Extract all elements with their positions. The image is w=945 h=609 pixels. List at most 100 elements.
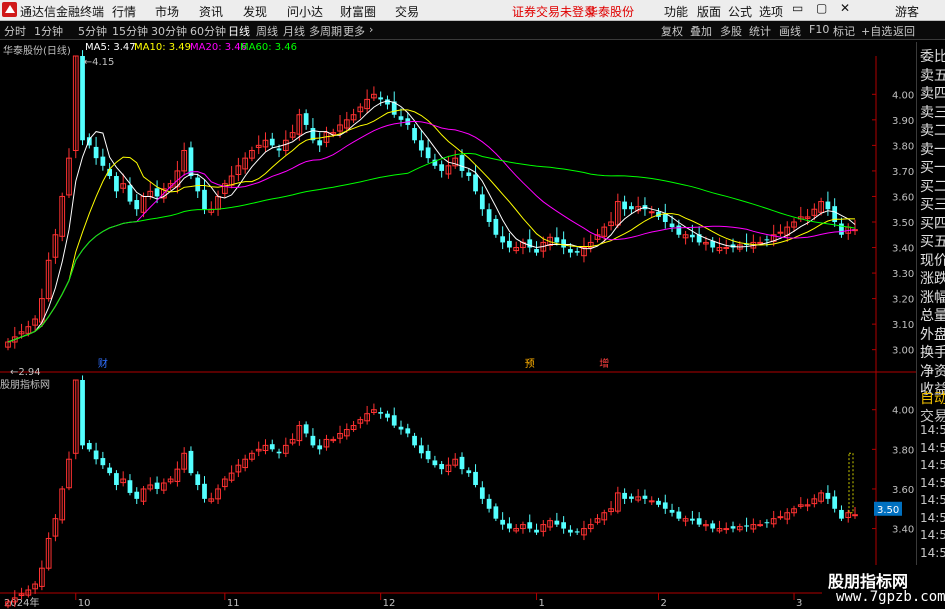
btn-rights[interactable]: 复权: [661, 23, 683, 39]
upper-candle: [764, 239, 770, 241]
menu-quotes[interactable]: 行情: [112, 3, 136, 20]
y-tick-label: 3.10: [892, 320, 914, 331]
menu-formula[interactable]: 公式: [728, 3, 752, 20]
lower-candle: [764, 522, 770, 524]
menu-bar: 通达信金融终端 行情 市场 资讯 发现 问小达 财富圈 交易 证券交易未登录 华…: [0, 0, 945, 21]
lower-candle: [473, 471, 478, 485]
more-chevron-icon[interactable]: ›: [369, 23, 373, 36]
btn-stats[interactable]: 统计: [749, 23, 771, 39]
lower-candle: [690, 518, 695, 521]
menu-function[interactable]: 功能: [664, 3, 688, 20]
y-tick-label: 4.00: [892, 90, 914, 101]
login-alert[interactable]: 证券交易未登录: [512, 3, 596, 20]
event-marker: 预: [525, 358, 535, 370]
x-tick-label: 12: [383, 598, 396, 609]
lower-candle: [459, 456, 465, 470]
btn-add-favorite[interactable]: +自选: [861, 23, 892, 39]
lower-candle: [669, 509, 675, 513]
upper-candle: [493, 218, 499, 235]
upper-candle: [425, 147, 431, 159]
lower-candle: [134, 491, 140, 499]
lower-candle: [418, 445, 424, 454]
lower-candle: [195, 474, 201, 485]
lower-candle: [839, 509, 844, 519]
y-tick-label: 3.90: [892, 116, 914, 127]
side-label: 买五: [920, 234, 945, 250]
lower-candle: [310, 435, 316, 446]
side-time: 14:56: [920, 493, 945, 507]
max-price-label: ←4.15: [84, 57, 115, 68]
kline-chart[interactable]: 4.00 3.90 3.80 3.70 3.60 3.50 3.40 3.30 3.20 3.10…: [0, 40, 916, 609]
lower-candle: [568, 529, 573, 533]
upper-candle: [534, 249, 539, 253]
btn-overlay[interactable]: 叠加: [690, 23, 712, 39]
tab-daily[interactable]: 日线: [228, 23, 250, 39]
lower-candle: [127, 480, 133, 493]
side-time: 14:56: [920, 510, 945, 525]
side-label: 买四: [920, 215, 945, 232]
watermark-url: www.7gpzb.com: [836, 589, 945, 605]
side-label: 涨跌: [920, 271, 945, 287]
menu-wealth[interactable]: 财富圈: [340, 3, 376, 20]
tab-30min[interactable]: 30分钟: [151, 23, 187, 39]
upper-candle: [825, 201, 831, 210]
side-label: 卖五: [920, 67, 945, 84]
minimize-icon[interactable]: ▭: [792, 1, 803, 15]
upper-candle: [114, 176, 119, 192]
lower-candle: [391, 415, 397, 426]
side-label: 卖三: [920, 104, 945, 121]
lower-candle: [723, 528, 730, 531]
close-icon[interactable]: ✕: [840, 1, 850, 15]
tab-1min[interactable]: 1分钟: [34, 23, 63, 39]
menu-news[interactable]: 资讯: [199, 3, 223, 20]
tab-weekly[interactable]: 周线: [256, 23, 278, 39]
tab-15min[interactable]: 15分钟: [112, 23, 148, 39]
upper-candle: [669, 223, 675, 228]
tab-multi-period[interactable]: 多周期: [309, 23, 342, 39]
upper-candle: [690, 234, 695, 238]
tab-monthly[interactable]: 月线: [283, 23, 305, 39]
lower-candle: [439, 463, 445, 470]
tab-60min[interactable]: 60分钟: [190, 23, 226, 39]
lower-candle: [425, 450, 431, 460]
y-tick-label: 3.30: [892, 269, 914, 280]
upper-candle: [378, 97, 384, 100]
menu-layout[interactable]: 版面: [697, 3, 721, 20]
side-time: 14:55: [920, 423, 945, 437]
side-label: 换手: [920, 345, 945, 361]
lower-candle: [398, 426, 404, 430]
menu-discover[interactable]: 发现: [243, 3, 267, 20]
lower-candle: [317, 445, 323, 450]
guest-label[interactable]: 游客: [895, 3, 919, 20]
upper-candle: [412, 128, 417, 141]
upper-candle: [500, 236, 506, 243]
lower-candle: [405, 428, 411, 434]
tab-5min[interactable]: 5分钟: [78, 23, 107, 39]
lower-candle: [622, 492, 627, 499]
lower-candle: [561, 522, 567, 529]
upper-candle: [629, 206, 634, 210]
y-tick-label: 3.40: [892, 244, 914, 255]
menu-market[interactable]: 市场: [155, 3, 179, 20]
side-label: 委比: [920, 49, 945, 65]
btn-f10[interactable]: F10: [809, 23, 829, 36]
min-price-label: ←2.94: [10, 367, 41, 378]
upper-candle: [317, 140, 323, 146]
menu-trade[interactable]: 交易: [395, 3, 419, 20]
btn-multi-stock[interactable]: 多股: [720, 23, 742, 39]
btn-mark[interactable]: 标记: [833, 23, 855, 39]
upper-candle: [276, 148, 282, 151]
btn-draw[interactable]: 画线: [779, 23, 801, 39]
tab-more[interactable]: 更多: [343, 23, 365, 39]
upper-candle: [648, 211, 655, 214]
side-time: 14:56: [920, 545, 945, 560]
btn-back[interactable]: 返回: [893, 23, 915, 39]
tab-timeshare[interactable]: 分时: [4, 23, 26, 39]
side-label: 卖二: [920, 123, 945, 139]
menu-ask[interactable]: 问小达: [287, 3, 323, 20]
menu-options[interactable]: 选项: [759, 3, 783, 20]
lower-candle: [500, 519, 506, 525]
restore-icon[interactable]: ▢: [816, 1, 827, 15]
upper-candle: [473, 174, 478, 192]
y-tick-label: 3.00: [892, 346, 914, 357]
